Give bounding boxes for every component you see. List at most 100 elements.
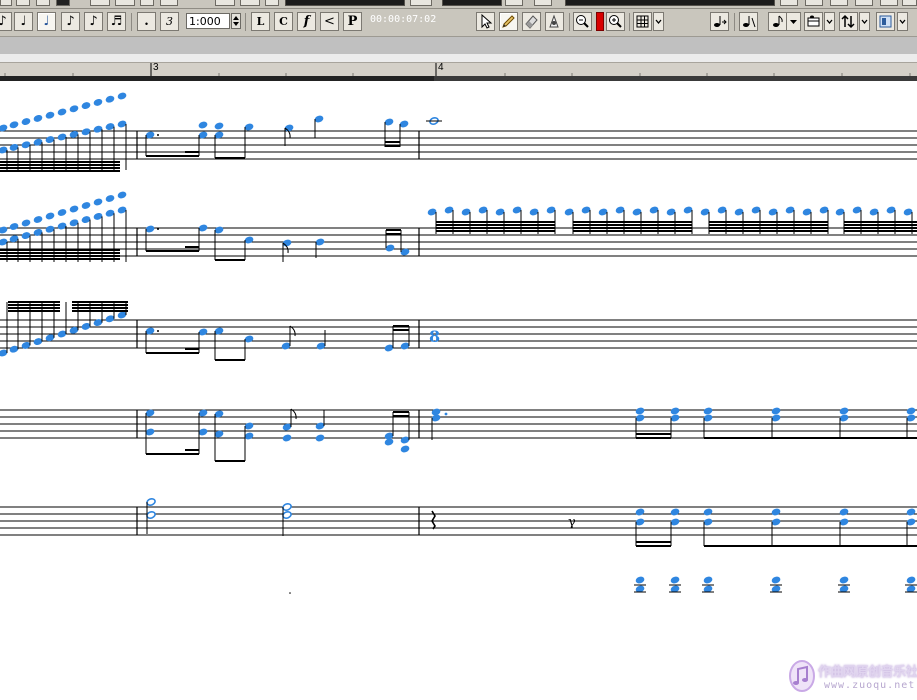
- top-toolbar-button[interactable]: [0, 0, 12, 6]
- top-toolbar-button[interactable]: [215, 0, 235, 6]
- note-head: [771, 407, 781, 415]
- note-head: [0, 226, 8, 234]
- bar-number-4: 4: [438, 62, 444, 73]
- triplet-button[interactable]: 3: [160, 12, 179, 31]
- L-button[interactable]: L: [251, 12, 270, 31]
- eraser-tool-button[interactable]: [522, 12, 541, 31]
- note-head: [839, 508, 849, 516]
- top-toolbar-button[interactable]: [265, 0, 279, 6]
- time-readout: 00:00:07:02: [370, 14, 437, 25]
- whole-rest-marker: 8: [429, 327, 440, 346]
- top-toolbar-button[interactable]: [534, 0, 552, 6]
- top-toolbar-button[interactable]: [36, 0, 50, 6]
- note-head: [9, 223, 19, 230]
- note-head: [105, 209, 115, 217]
- half-note: [282, 511, 292, 519]
- note-value-dropdown[interactable]: [786, 12, 801, 31]
- top-toolbar-button[interactable]: [855, 0, 873, 6]
- note-head: [635, 407, 645, 415]
- note-head: [670, 414, 680, 422]
- top-toolbar-strip: [0, 0, 917, 9]
- note-head: [771, 518, 781, 526]
- note-head: [21, 232, 31, 240]
- note-head: [906, 414, 916, 422]
- note-head: [683, 206, 693, 214]
- top-toolbar-button[interactable]: [880, 0, 898, 6]
- crescendo-button[interactable]: <: [320, 12, 339, 31]
- quantize-spinner[interactable]: [231, 13, 241, 29]
- note-head: [145, 225, 155, 233]
- note-thirtysecond-button[interactable]: ♬: [107, 12, 126, 31]
- note-value-button[interactable]: [768, 12, 787, 31]
- zoom-out-button[interactable]: [573, 12, 592, 31]
- bar-ruler[interactable]: [0, 62, 917, 77]
- note-head: [57, 209, 67, 216]
- top-toolbar-button[interactable]: [505, 0, 523, 6]
- score-canvas[interactable]: 8γ: [0, 81, 917, 691]
- note-head: [478, 206, 488, 214]
- note-head: [69, 105, 79, 113]
- note-head: [771, 414, 781, 422]
- note-head: [839, 414, 849, 422]
- dynamics-f-button[interactable]: f: [297, 12, 316, 31]
- top-toolbar-button[interactable]: [902, 0, 917, 6]
- note-head: [9, 121, 19, 129]
- top-toolbar-button[interactable]: [16, 0, 30, 6]
- note-whole-button[interactable]: ♪: [0, 12, 12, 31]
- note-eighth-button[interactable]: ♪: [61, 12, 80, 31]
- top-toolbar-button[interactable]: [780, 0, 798, 6]
- note-head: [495, 208, 505, 216]
- watermark-url: www.zuoqu.net: [824, 680, 916, 691]
- note-head: [384, 118, 394, 126]
- note-head: [93, 98, 103, 106]
- note-head: [906, 508, 916, 516]
- pencil-tool-button[interactable]: [499, 12, 518, 31]
- display-dropdown[interactable]: [897, 12, 908, 31]
- transpose-button[interactable]: [839, 12, 858, 31]
- grid-icon: [636, 15, 649, 28]
- zoom-in-icon: [609, 15, 622, 28]
- glue-tool-button[interactable]: [545, 12, 564, 31]
- grid-button[interactable]: [633, 12, 652, 31]
- top-toolbar-button[interactable]: [240, 0, 260, 6]
- transpose-dropdown[interactable]: [859, 12, 870, 31]
- chevron-down-icon: [861, 19, 868, 25]
- note-head: [400, 445, 410, 453]
- staff-settings-dropdown[interactable]: [824, 12, 835, 31]
- note-head: [839, 518, 849, 526]
- top-toolbar-button[interactable]: [140, 0, 154, 6]
- score-editor[interactable]: 8γ: [0, 81, 917, 691]
- insert-note-button[interactable]: [710, 12, 729, 31]
- staff-settings-button[interactable]: [804, 12, 823, 31]
- zoom-in-button[interactable]: [606, 12, 625, 31]
- top-toolbar-button[interactable]: [56, 0, 70, 6]
- note-head: [45, 111, 55, 119]
- note-head: [835, 208, 845, 216]
- top-toolbar-button[interactable]: [805, 0, 823, 6]
- note-quarter-button[interactable]: ♩: [37, 12, 56, 31]
- note-head: [906, 518, 916, 526]
- display-toggle-button[interactable]: [876, 12, 895, 31]
- grid-dropdown-button[interactable]: [653, 12, 664, 31]
- note-head: [635, 414, 645, 422]
- note-head: [316, 342, 326, 350]
- dot: [157, 228, 159, 230]
- note-head: [81, 202, 91, 209]
- C-button[interactable]: C: [274, 12, 293, 31]
- quantize-input[interactable]: [186, 13, 230, 29]
- note-sixteenth-button[interactable]: ♪: [84, 12, 103, 31]
- dotted-note-button[interactable]: .: [137, 12, 156, 31]
- note-head: [93, 125, 103, 133]
- top-toolbar-button[interactable]: [90, 0, 110, 6]
- note-head: [33, 114, 43, 122]
- pedal-button[interactable]: P: [343, 12, 362, 31]
- watermark: 作曲网原创音乐社区 www.zuoqu.net: [788, 659, 917, 695]
- top-toolbar-button[interactable]: [410, 0, 432, 6]
- top-toolbar-button[interactable]: [160, 0, 178, 6]
- top-toolbar-button[interactable]: [830, 0, 848, 6]
- note-half-button[interactable]: ♩: [14, 12, 33, 31]
- pointer-tool-button[interactable]: [476, 12, 495, 31]
- note-flag-button[interactable]: [739, 12, 758, 31]
- note-head: [385, 244, 395, 252]
- top-toolbar-button[interactable]: [115, 0, 135, 6]
